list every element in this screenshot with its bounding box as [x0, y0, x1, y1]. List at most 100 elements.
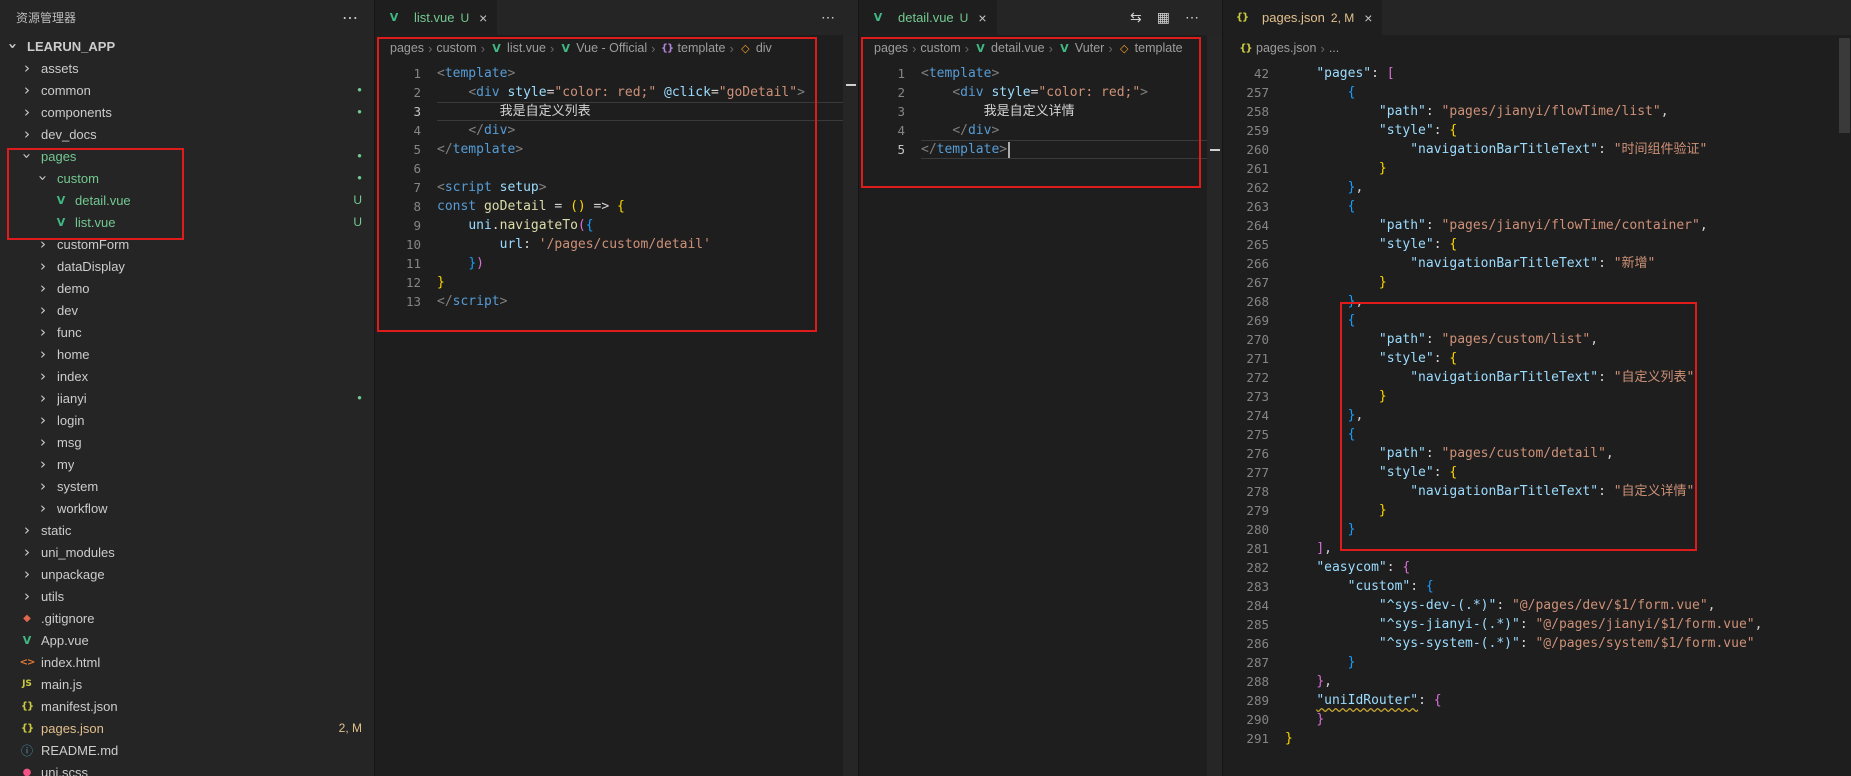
code-line-260[interactable]: 260 "navigationBarTitleText": "时间组件验证"	[1223, 140, 1836, 159]
code-line-2[interactable]: 2 <div style="color: red;">	[859, 83, 1207, 102]
tree-item-manifest.json[interactable]: manifest.json	[0, 695, 374, 717]
code-line-1[interactable]: 1<template>	[375, 64, 843, 83]
breadcrumb-item-template[interactable]: template	[1117, 41, 1183, 55]
breadcrumb-item-template[interactable]: template	[660, 41, 726, 55]
tree-item-pages[interactable]: pages●	[0, 145, 374, 167]
tree-item-uni.scss[interactable]: uni.scss	[0, 761, 374, 776]
close-icon[interactable]: ×	[1364, 10, 1372, 26]
code-line-7[interactable]: 7<script setup>	[375, 178, 843, 197]
code-line-269[interactable]: 269 {	[1223, 311, 1836, 330]
breadcrumb-item-pages[interactable]: pages	[390, 41, 424, 55]
code-line-264[interactable]: 264 "path": "pages/jianyi/flowTime/conta…	[1223, 216, 1836, 235]
code-editor-1[interactable]: 1<template>2 <div style="color: red;" @c…	[375, 61, 843, 776]
code-line-289[interactable]: 289 "uniIdRouter": {	[1223, 691, 1836, 710]
tree-root[interactable]: LEARUN_APP	[0, 35, 374, 57]
code-line-9[interactable]: 9 uni.navigateTo({	[375, 216, 843, 235]
code-line-277[interactable]: 277 "style": {	[1223, 463, 1836, 482]
code-line-257[interactable]: 257 {	[1223, 83, 1836, 102]
code-line-259[interactable]: 259 "style": {	[1223, 121, 1836, 140]
tree-item-home[interactable]: home	[0, 343, 374, 365]
code-line-4[interactable]: 4 </div>	[375, 121, 843, 140]
tree-item-msg[interactable]: msg	[0, 431, 374, 453]
tree-item-login[interactable]: login	[0, 409, 374, 431]
code-line-11[interactable]: 11 })	[375, 254, 843, 273]
breadcrumb-item-...[interactable]: ...	[1329, 41, 1339, 55]
code-line-273[interactable]: 273 }	[1223, 387, 1836, 406]
code-line-271[interactable]: 271 "style": {	[1223, 349, 1836, 368]
tree-item-unpackage[interactable]: unpackage	[0, 563, 374, 585]
code-editor-2[interactable]: 1<template>2 <div style="color: red;">3 …	[859, 61, 1207, 776]
code-line-262[interactable]: 262 },	[1223, 178, 1836, 197]
breadcrumb-item-detail.vue[interactable]: detail.vue	[973, 41, 1045, 55]
tab-pages.json[interactable]: pages.json2, M×	[1223, 0, 1383, 35]
tree-item-static[interactable]: static	[0, 519, 374, 541]
scrollbar-1[interactable]	[843, 35, 859, 776]
tree-item-customForm[interactable]: customForm	[0, 233, 374, 255]
tree-item-README.md[interactable]: README.md	[0, 739, 374, 761]
code-line-274[interactable]: 274 },	[1223, 406, 1836, 425]
tree-item-uni_modules[interactable]: uni_modules	[0, 541, 374, 563]
code-line-285[interactable]: 285 "^sys-jianyi-(.*)": "@/pages/jianyi/…	[1223, 615, 1836, 634]
breadcrumb-item-pages.json[interactable]: pages.json	[1238, 41, 1316, 55]
compare-changes-icon[interactable]: ⇆	[1130, 9, 1142, 26]
code-line-266[interactable]: 266 "navigationBarTitleText": "新增"	[1223, 254, 1836, 273]
code-line-13[interactable]: 13</script>	[375, 292, 843, 311]
more-actions-icon[interactable]: ⋯	[1185, 9, 1199, 26]
tree-item-App.vue[interactable]: App.vue	[0, 629, 374, 651]
code-line-261[interactable]: 261 }	[1223, 159, 1836, 178]
code-line-290[interactable]: 290 }	[1223, 710, 1836, 729]
code-line-3[interactable]: 3 我是自定义详情	[859, 102, 1207, 121]
code-line-6[interactable]: 6	[375, 159, 843, 178]
code-line-1[interactable]: 1<template>	[859, 64, 1207, 83]
code-line-291[interactable]: 291}	[1223, 729, 1836, 748]
tree-item-index[interactable]: index	[0, 365, 374, 387]
breadcrumb-item-custom[interactable]: custom	[436, 41, 476, 55]
breadcrumb-item-list.vue[interactable]: list.vue	[489, 41, 546, 55]
tree-item-utils[interactable]: utils	[0, 585, 374, 607]
breadcrumb-item-pages[interactable]: pages	[874, 41, 908, 55]
code-line-258[interactable]: 258 "path": "pages/jianyi/flowTime/list"…	[1223, 102, 1836, 121]
code-line-10[interactable]: 10 url: '/pages/custom/detail'	[375, 235, 843, 254]
tree-item-list.vue[interactable]: list.vueU	[0, 211, 374, 233]
code-line-263[interactable]: 263 {	[1223, 197, 1836, 216]
tree-item-workflow[interactable]: workflow	[0, 497, 374, 519]
close-icon[interactable]: ×	[479, 10, 487, 26]
tree-item-custom[interactable]: custom●	[0, 167, 374, 189]
tree-item-pages.json[interactable]: pages.json2, M	[0, 717, 374, 739]
code-line-283[interactable]: 283 "custom": {	[1223, 577, 1836, 596]
code-line-2[interactable]: 2 <div style="color: red;" @click="goDet…	[375, 83, 843, 102]
more-actions-icon[interactable]: ⋯	[342, 8, 358, 28]
scrollbar-2[interactable]	[1207, 35, 1223, 776]
close-icon[interactable]: ×	[978, 10, 986, 26]
breadcrumb-item-custom[interactable]: custom	[920, 41, 960, 55]
code-line-288[interactable]: 288 },	[1223, 672, 1836, 691]
code-line-284[interactable]: 284 "^sys-dev-(.*)": "@/pages/dev/$1/for…	[1223, 596, 1836, 615]
code-line-281[interactable]: 281 ],	[1223, 539, 1836, 558]
code-line-5[interactable]: 5</template>	[859, 140, 1207, 159]
scrollbar-thumb[interactable]	[1839, 38, 1850, 133]
tree-item-my[interactable]: my	[0, 453, 374, 475]
tree-item-dataDisplay[interactable]: dataDisplay	[0, 255, 374, 277]
code-line-4[interactable]: 4 </div>	[859, 121, 1207, 140]
code-line-270[interactable]: 270 "path": "pages/custom/list",	[1223, 330, 1836, 349]
code-line-276[interactable]: 276 "path": "pages/custom/detail",	[1223, 444, 1836, 463]
tree-item-demo[interactable]: demo	[0, 277, 374, 299]
code-line-279[interactable]: 279 }	[1223, 501, 1836, 520]
breadcrumb-item-div[interactable]: div	[738, 41, 772, 55]
code-line-272[interactable]: 272 "navigationBarTitleText": "自定义列表"	[1223, 368, 1836, 387]
tree-item-index.html[interactable]: index.html	[0, 651, 374, 673]
tree-item-func[interactable]: func	[0, 321, 374, 343]
tree-item-jianyi[interactable]: jianyi●	[0, 387, 374, 409]
breadcrumb-item-Vue - Official[interactable]: Vue - Official	[558, 41, 647, 55]
editor-layout-icon[interactable]: ▦	[1157, 9, 1170, 26]
code-line-3[interactable]: 3 我是自定义列表	[375, 102, 843, 121]
tree-item-system[interactable]: system	[0, 475, 374, 497]
tree-item-detail.vue[interactable]: detail.vueU	[0, 189, 374, 211]
code-editor-3[interactable]: 42 "pages": [257 {258 "path": "pages/jia…	[1223, 61, 1836, 776]
tree-item-.gitignore[interactable]: .gitignore	[0, 607, 374, 629]
tree-item-assets[interactable]: assets	[0, 57, 374, 79]
breadcrumb-item-Vuter[interactable]: Vuter	[1057, 41, 1104, 55]
more-actions-icon[interactable]: ⋯	[821, 9, 835, 26]
tree-item-dev_docs[interactable]: dev_docs	[0, 123, 374, 145]
code-line-278[interactable]: 278 "navigationBarTitleText": "自定义详情"	[1223, 482, 1836, 501]
